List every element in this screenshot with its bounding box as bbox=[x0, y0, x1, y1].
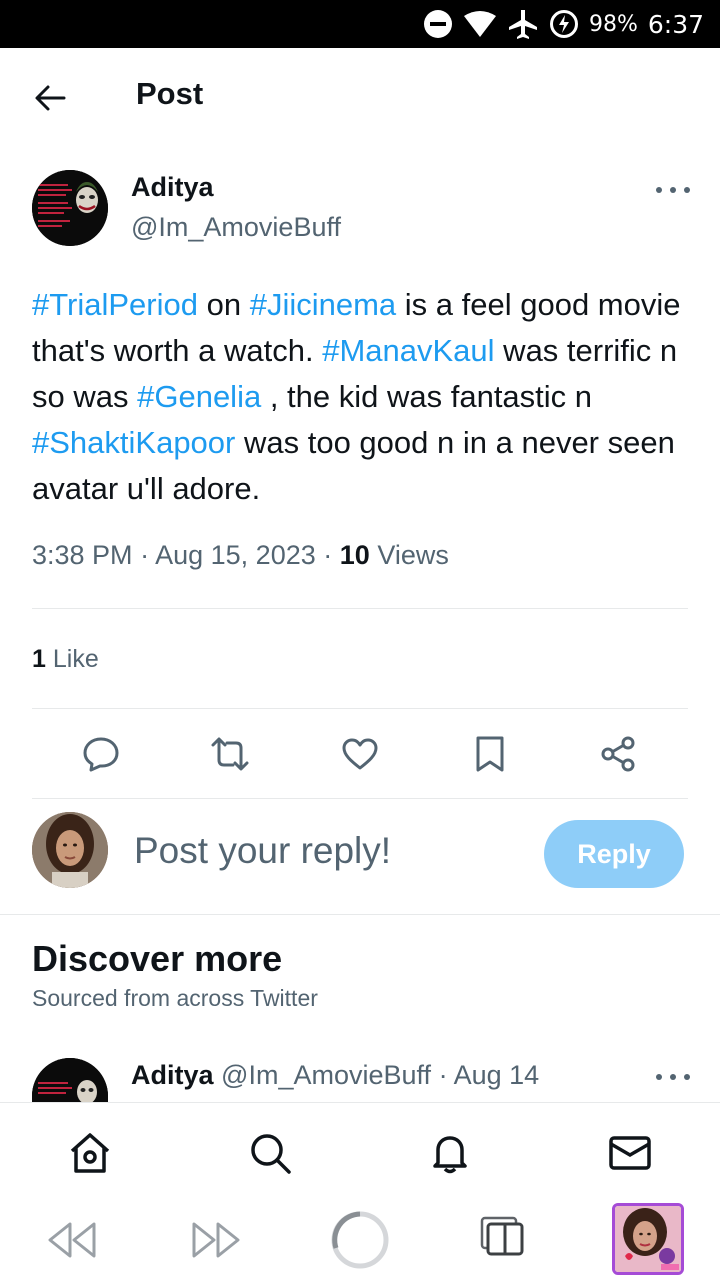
more-dot bbox=[656, 1074, 662, 1080]
divider bbox=[32, 608, 688, 609]
battery-saver-icon bbox=[549, 9, 579, 39]
loading-icon bbox=[331, 1211, 389, 1269]
author-name[interactable]: Aditya bbox=[131, 172, 214, 203]
hashtag-link[interactable]: #ShaktiKapoor bbox=[32, 425, 235, 460]
nav-search[interactable] bbox=[248, 1131, 292, 1175]
airplane-icon bbox=[507, 8, 539, 40]
more-dot bbox=[670, 187, 676, 193]
next-tweet-name: Aditya bbox=[131, 1060, 214, 1090]
bottom-navigation bbox=[0, 1102, 720, 1200]
back-button[interactable] bbox=[30, 78, 70, 118]
meta-separator: · bbox=[323, 540, 340, 570]
views-label: Views bbox=[377, 540, 449, 570]
likes-summary[interactable]: 1 Like bbox=[32, 645, 99, 674]
nav-home[interactable] bbox=[68, 1131, 112, 1175]
author-handle[interactable]: @Im_AmovieBuff bbox=[131, 212, 341, 243]
reply-input[interactable]: Post your reply! bbox=[134, 830, 391, 872]
tweet-meta: 3:38 PM · Aug 15, 2023 · 10 Views bbox=[32, 540, 449, 571]
status-bar: 98% 6:37 bbox=[0, 0, 720, 48]
next-tweet-date: Aug 14 bbox=[453, 1060, 540, 1090]
search-icon bbox=[251, 1134, 291, 1174]
next-tweet-avatar[interactable] bbox=[32, 1058, 108, 1102]
retweet-icon bbox=[211, 737, 249, 771]
browser-back-button[interactable] bbox=[46, 1220, 98, 1260]
more-dot bbox=[670, 1074, 676, 1080]
divider bbox=[0, 914, 720, 915]
divider bbox=[32, 798, 688, 799]
reply-button[interactable] bbox=[81, 734, 121, 774]
nav-messages[interactable] bbox=[608, 1131, 652, 1175]
retweet-button[interactable] bbox=[210, 734, 250, 774]
reply-icon bbox=[83, 737, 119, 772]
page-header: Post bbox=[0, 48, 720, 144]
bookmark-icon bbox=[476, 736, 504, 772]
next-tweet-separator: · bbox=[438, 1060, 448, 1090]
more-dot bbox=[656, 187, 662, 193]
bookmark-button[interactable] bbox=[470, 734, 510, 774]
page-title: Post bbox=[136, 76, 204, 111]
share-icon bbox=[601, 736, 635, 772]
more-dot bbox=[684, 1074, 690, 1080]
user-avatar[interactable] bbox=[32, 812, 108, 888]
meta-separator: · bbox=[140, 540, 156, 570]
like-button[interactable] bbox=[340, 734, 380, 774]
section-title: Discover more bbox=[32, 938, 283, 979]
tweet-date: Aug 15, 2023 bbox=[155, 540, 316, 570]
reply-submit-button[interactable]: Reply bbox=[544, 820, 684, 888]
hashtag-link[interactable]: #Genelia bbox=[137, 379, 261, 414]
wifi-icon bbox=[463, 10, 497, 38]
likes-count: 1 bbox=[32, 645, 46, 673]
section-subtitle: Sourced from across Twitter bbox=[32, 985, 318, 1011]
battery-percent: 98% bbox=[588, 11, 638, 37]
divider bbox=[32, 708, 688, 709]
hashtag-link[interactable]: #Jiicinema bbox=[250, 287, 396, 322]
hashtag-link[interactable]: #ManavKaul bbox=[322, 333, 494, 368]
rewind-icon bbox=[48, 1222, 96, 1258]
more-dot bbox=[684, 187, 690, 193]
like-icon bbox=[342, 738, 378, 770]
author-avatar[interactable] bbox=[32, 170, 108, 246]
tweet-text-segment: , the kid was fantastic n bbox=[261, 379, 593, 414]
fast-forward-icon bbox=[192, 1222, 240, 1258]
more-options-button[interactable] bbox=[656, 180, 690, 200]
tweet-text: #TrialPeriod on #Jiicinema is a feel goo… bbox=[32, 282, 692, 512]
browser-loading-indicator[interactable] bbox=[330, 1210, 390, 1270]
profile-thumbnail[interactable] bbox=[612, 1203, 684, 1275]
arrow-left-icon bbox=[35, 85, 66, 111]
browser-tabs-button[interactable] bbox=[480, 1214, 526, 1260]
home-icon bbox=[70, 1133, 110, 1173]
next-tweet-more-button[interactable] bbox=[656, 1067, 690, 1087]
likes-label: Like bbox=[52, 645, 99, 673]
clock-time: 6:37 bbox=[647, 9, 704, 39]
tweet-time: 3:38 PM bbox=[32, 540, 133, 570]
dnd-icon bbox=[423, 9, 453, 39]
tweet-text-segment: on bbox=[197, 287, 250, 322]
browser-forward-button[interactable] bbox=[190, 1220, 242, 1260]
notifications-icon bbox=[433, 1136, 467, 1174]
next-tweet-header[interactable]: Aditya @Im_AmovieBuff · Aug 14 bbox=[131, 1060, 539, 1091]
views-count: 10 bbox=[339, 540, 370, 570]
nav-notifications[interactable] bbox=[428, 1131, 472, 1175]
tabs-icon bbox=[480, 1216, 524, 1256]
hashtag-link[interactable]: #TrialPeriod bbox=[32, 287, 198, 322]
messages-icon bbox=[609, 1136, 651, 1170]
next-tweet-handle: @Im_AmovieBuff bbox=[221, 1060, 432, 1090]
share-button[interactable] bbox=[598, 734, 638, 774]
